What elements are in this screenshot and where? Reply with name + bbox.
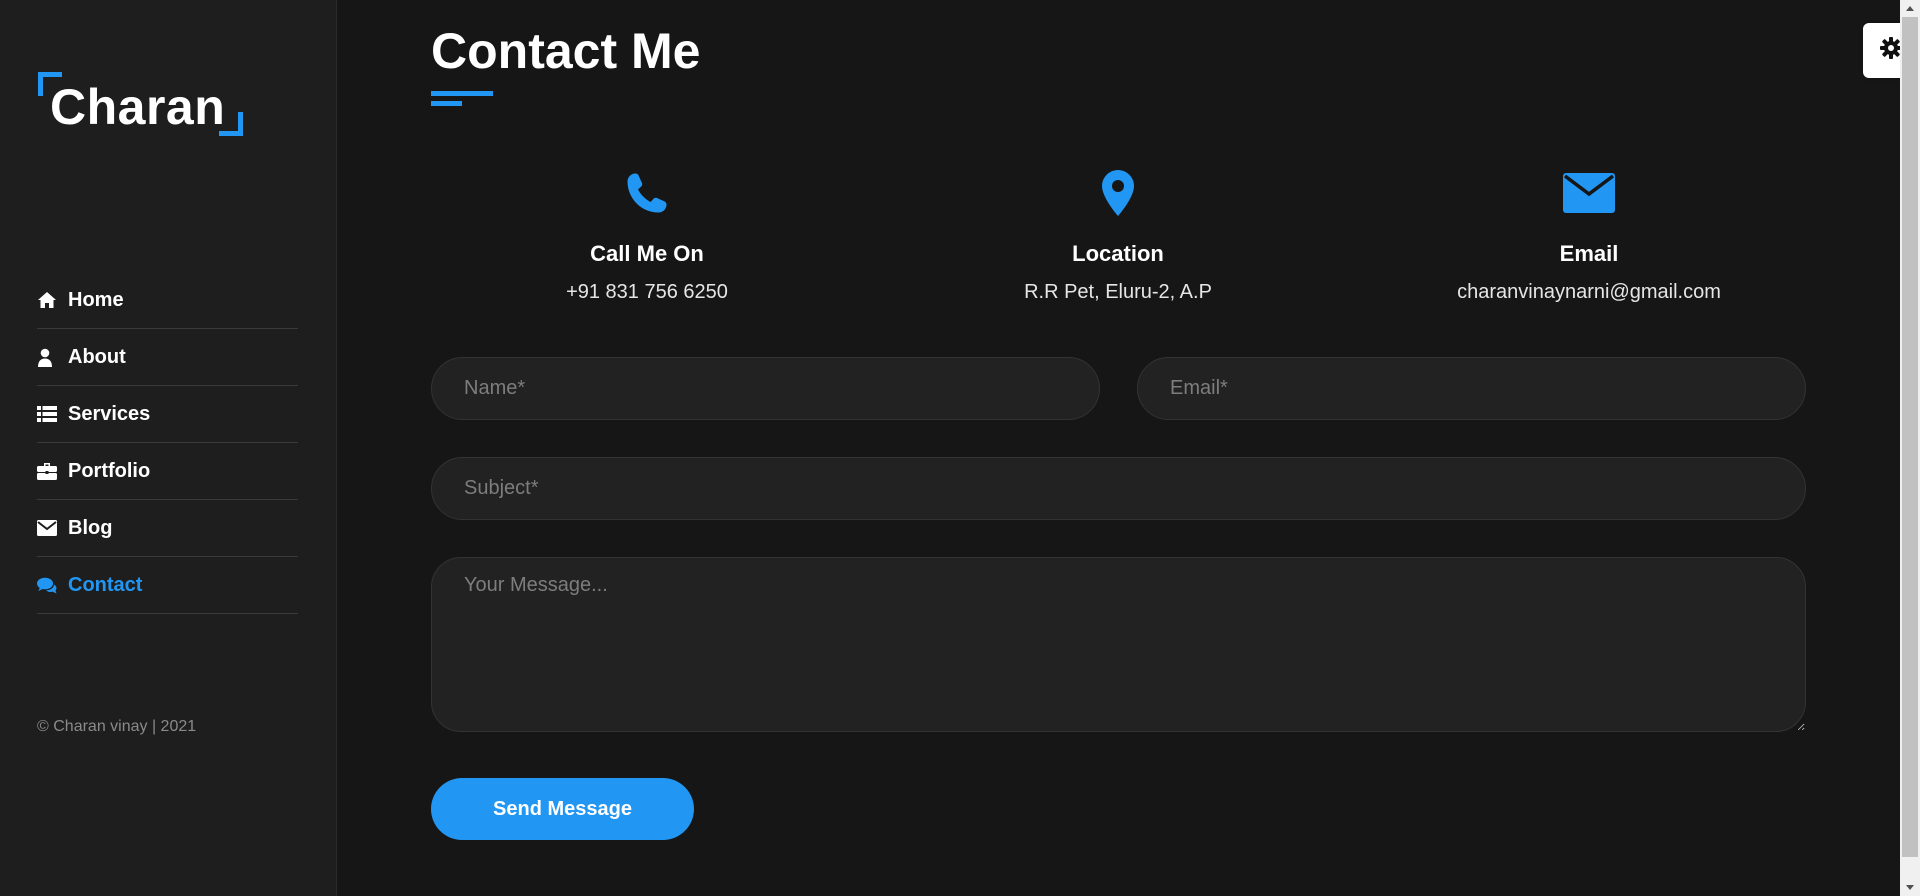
scroll-up-arrow-icon[interactable] xyxy=(1900,0,1920,17)
info-title: Call Me On xyxy=(590,241,704,266)
nav-label: Contact xyxy=(68,573,143,596)
scrollbar-thumb[interactable] xyxy=(1902,17,1918,857)
user-icon xyxy=(37,347,59,367)
info-title: Email xyxy=(1559,241,1619,266)
map-marker-icon xyxy=(918,165,1318,221)
send-message-button[interactable]: Send Message xyxy=(431,778,694,840)
gear-icon xyxy=(1880,37,1902,64)
nav-label: About xyxy=(68,345,126,368)
list-icon xyxy=(37,404,59,424)
contact-info-email: Email charanvinaynarni@gmail.com xyxy=(1389,165,1789,304)
info-value: +91 831 756 6250 xyxy=(566,281,728,303)
home-icon xyxy=(37,290,59,310)
page-title: Contact Me xyxy=(431,23,701,79)
nav-label: Blog xyxy=(68,516,113,539)
logo[interactable]: Charan xyxy=(38,72,243,136)
subject-input[interactable] xyxy=(431,457,1806,520)
title-underline xyxy=(431,91,493,96)
envelope-icon xyxy=(1389,165,1789,221)
nav-label: Services xyxy=(68,402,151,425)
message-textarea[interactable] xyxy=(431,557,1806,732)
main-content: Contact Me Call Me On +91 831 756 6250 L… xyxy=(337,0,1900,896)
logo-text: Charan xyxy=(50,79,226,135)
contact-info-phone: Call Me On +91 831 756 6250 xyxy=(447,165,847,304)
briefcase-icon xyxy=(37,461,59,481)
title-underline-short xyxy=(431,101,462,106)
email-input[interactable] xyxy=(1137,357,1806,420)
scroll-down-arrow-icon[interactable] xyxy=(1900,879,1920,896)
logo-corner-bottom-right xyxy=(219,112,243,136)
nav-item-contact[interactable]: Contact xyxy=(37,557,298,614)
nav-item-portfolio[interactable]: Portfolio xyxy=(37,443,298,500)
contact-info-location: Location R.R Pet, Eluru-2, A.P xyxy=(918,165,1318,304)
sidebar-nav: Home About Services Portfolio Blog Conta… xyxy=(37,272,298,614)
nav-item-services[interactable]: Services xyxy=(37,386,298,443)
nav-label: Home xyxy=(68,288,124,311)
name-input[interactable] xyxy=(431,357,1100,420)
sidebar: Charan Home About Services Portfolio Blo… xyxy=(0,0,337,896)
phone-icon xyxy=(447,165,847,221)
copyright-text: © Charan vinay | 2021 xyxy=(37,718,197,735)
info-title: Location xyxy=(1072,241,1164,266)
nav-item-about[interactable]: About xyxy=(37,329,298,386)
scrollbar[interactable] xyxy=(1900,0,1920,896)
info-value: charanvinaynarni@gmail.com xyxy=(1457,281,1721,303)
nav-label: Portfolio xyxy=(68,459,151,482)
nav-item-blog[interactable]: Blog xyxy=(37,500,298,557)
nav-item-home[interactable]: Home xyxy=(37,272,298,329)
comments-icon xyxy=(37,575,59,595)
info-value: R.R Pet, Eluru-2, A.P xyxy=(1024,281,1212,303)
envelope-icon xyxy=(37,518,59,538)
